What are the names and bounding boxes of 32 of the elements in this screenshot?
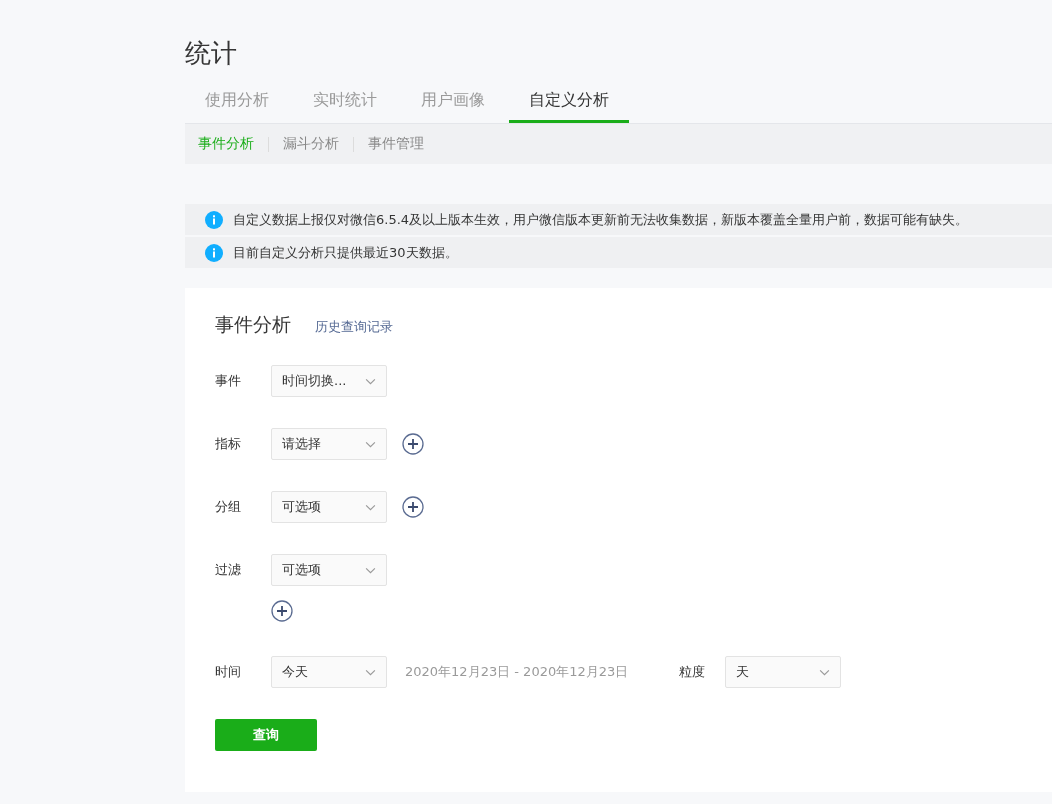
add-icon[interactable] (271, 600, 293, 622)
info-icon (205, 210, 223, 229)
chevron-down-icon (365, 377, 376, 385)
dropdown[interactable]: 时间切换... (271, 365, 387, 397)
field-label: 事件 (215, 372, 242, 390)
field-label: 指标 (215, 435, 242, 453)
chevron-down-icon (365, 668, 376, 676)
field-label: 过滤 (215, 561, 242, 579)
sub-tab[interactable]: 事件管理 (368, 135, 424, 153)
field-label: 分组 (215, 498, 242, 516)
info-icon (205, 243, 223, 262)
dropdown[interactable]: 请选择 (271, 428, 387, 460)
history-link[interactable]: 历史查询记录 (315, 318, 393, 336)
notice-text: 目前自定义分析只提供最近30天数据。 (233, 243, 458, 262)
page-title: 统计 (185, 37, 238, 70)
dropdown[interactable]: 可选项 (271, 554, 387, 586)
query-button[interactable]: 查询 (215, 719, 317, 751)
chevron-down-icon (819, 668, 831, 676)
add-icon[interactable] (402, 496, 424, 518)
dropdown[interactable]: 可选项 (271, 491, 387, 523)
chevron-down-icon (365, 503, 376, 511)
dropdown[interactable]: 今天 (271, 656, 387, 688)
field-label: 时间 (215, 663, 242, 681)
panel-title: 事件分析 (215, 312, 291, 337)
notice-text: 自定义数据上报仅对微信6.5.4及以上版本生效，用户微信版本更新前无法收集数据，新版本覆盖全量用户前，数据可能有缺失。 (233, 210, 969, 229)
field-label: 粒度 (679, 663, 707, 681)
chevron-down-icon (365, 440, 376, 448)
date-range-text: 2020年12月23日 - 2020年12月23日 (405, 663, 629, 681)
add-icon[interactable] (402, 433, 424, 455)
chevron-down-icon (365, 566, 376, 574)
dropdown[interactable]: 天 (725, 656, 842, 688)
sub-tab[interactable]: 漏斗分析 (283, 135, 339, 153)
